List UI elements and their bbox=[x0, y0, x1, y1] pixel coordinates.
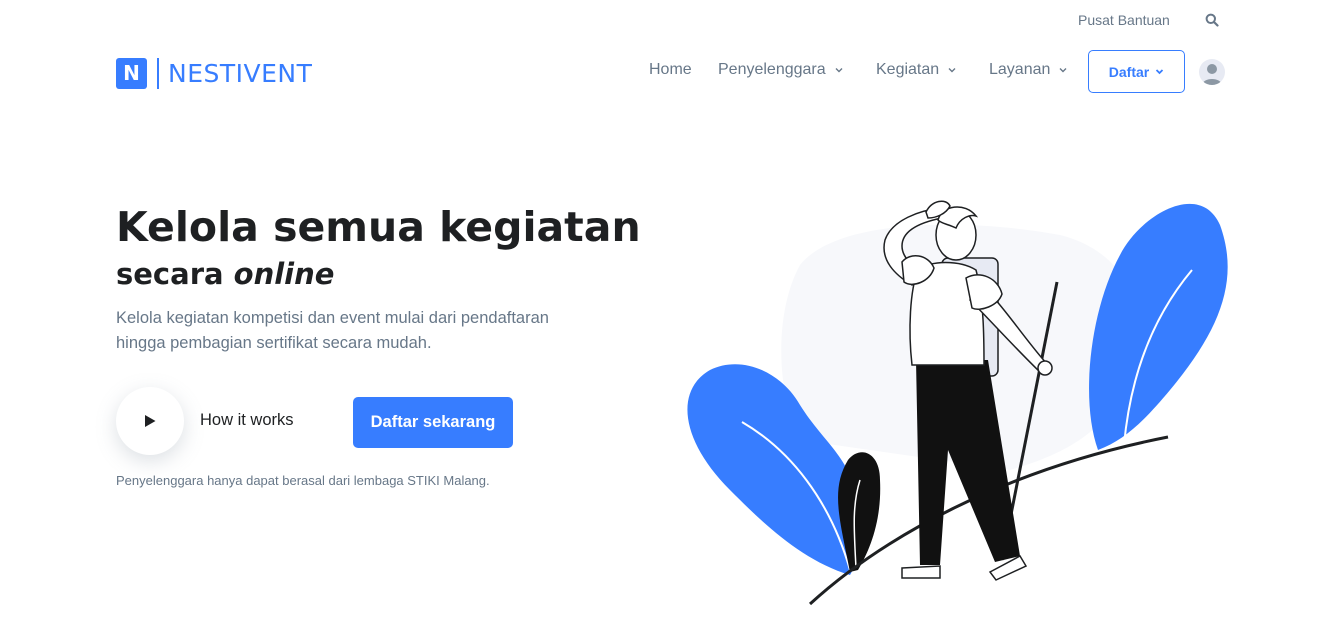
help-center-link[interactable]: Pusat Bantuan bbox=[1078, 12, 1170, 28]
topbar: Pusat Bantuan bbox=[0, 0, 1343, 42]
chevron-down-icon bbox=[1156, 69, 1164, 75]
right-leaf bbox=[1089, 203, 1228, 450]
play-video-button[interactable] bbox=[116, 387, 184, 455]
hero-subtitle: secara online bbox=[116, 257, 334, 291]
user-avatar-icon[interactable] bbox=[1199, 59, 1225, 85]
nav-item-home[interactable]: Home bbox=[649, 61, 692, 79]
hero-subtitle-emphasis: online bbox=[233, 257, 335, 291]
hero-description: Kelola kegiatan kompetisi dan event mula… bbox=[116, 309, 549, 352]
nav-item-label: Kegiatan bbox=[876, 61, 940, 78]
signup-now-button[interactable]: Daftar sekarang bbox=[353, 397, 513, 448]
organizer-note: Penyelenggara hanya dapat berasal dari l… bbox=[116, 473, 490, 488]
hero-subtitle-prefix: secara bbox=[116, 257, 224, 291]
chevron-down-icon bbox=[948, 68, 956, 73]
how-it-works-link[interactable]: How it works bbox=[200, 411, 294, 430]
nav-item-label: Penyelenggara bbox=[718, 61, 826, 78]
hero-title: Kelola semua kegiatan bbox=[116, 203, 641, 251]
left-shoe bbox=[901, 565, 941, 579]
logo-mark: N bbox=[116, 57, 147, 89]
brand-name: NESTIVENT bbox=[168, 58, 313, 88]
logo-divider bbox=[157, 57, 159, 89]
nav-item-label: Layanan bbox=[989, 61, 1051, 78]
right-hand bbox=[1037, 360, 1053, 376]
nav-item-penyelenggara[interactable]: Penyelenggara bbox=[718, 61, 843, 79]
search-icon[interactable] bbox=[1205, 13, 1219, 27]
play-icon bbox=[145, 415, 156, 427]
signup-dropdown-button[interactable]: Daftar bbox=[1088, 50, 1185, 93]
hiker-illustration bbox=[687, 200, 1228, 606]
nav-item-label: Home bbox=[649, 61, 692, 78]
signup-button-label: Daftar bbox=[1108, 63, 1150, 80]
main-navbar: N NESTIVENT Home Penyelenggara Kegiatan … bbox=[0, 42, 1343, 102]
brand-logo[interactable]: N NESTIVENT bbox=[116, 57, 312, 89]
chevron-down-icon bbox=[1059, 68, 1067, 73]
nav-item-layanan[interactable]: Layanan bbox=[989, 61, 1067, 79]
chevron-down-icon bbox=[835, 68, 843, 73]
nav-item-kegiatan[interactable]: Kegiatan bbox=[876, 61, 956, 79]
